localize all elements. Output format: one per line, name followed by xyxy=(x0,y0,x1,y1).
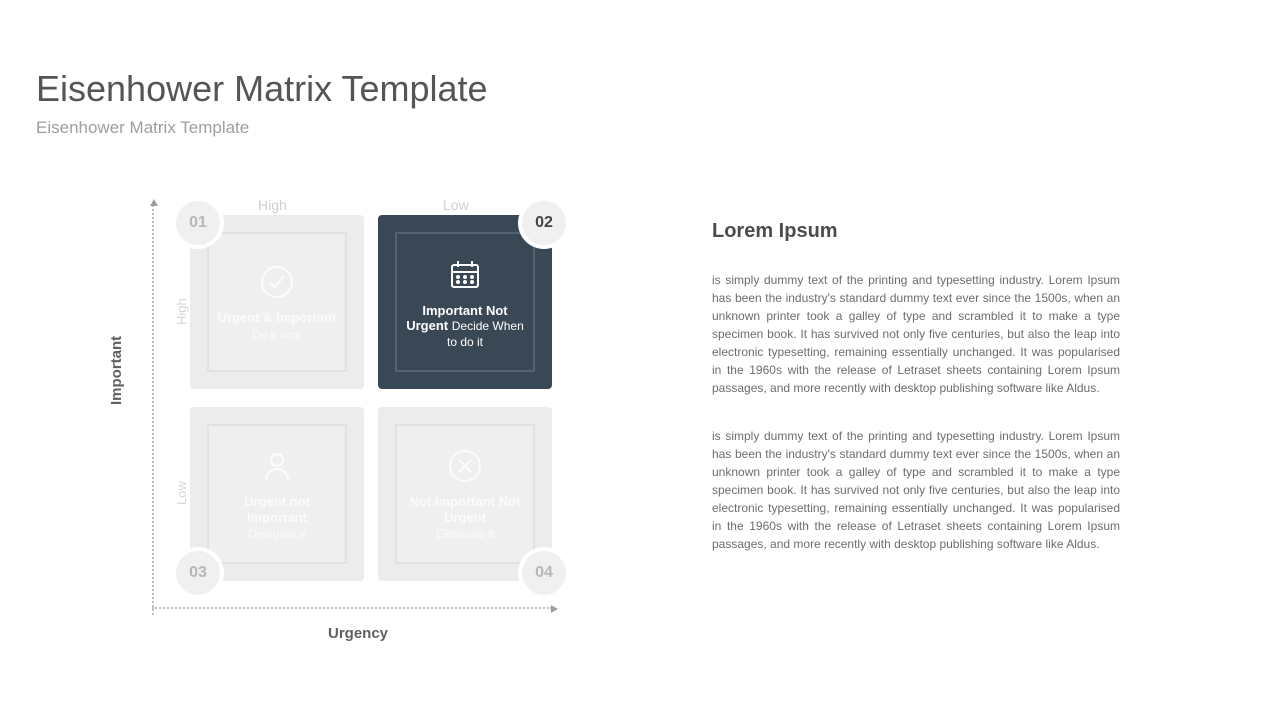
x-axis-label: Urgency xyxy=(328,625,388,642)
detail-paragraph-1: is simply dummy text of the printing and… xyxy=(712,271,1120,397)
quadrant-number-01: 01 xyxy=(176,201,220,245)
col-label-low: Low xyxy=(443,197,469,213)
page-subtitle: Eisenhower Matrix Template xyxy=(36,118,249,138)
quadrant-title: Urgent not Important xyxy=(215,494,339,525)
quadrant-number-04: 04 xyxy=(522,551,566,595)
quadrant-urgent-important[interactable]: 01 Urgent & Important Do it now xyxy=(190,215,364,389)
person-icon xyxy=(257,446,297,486)
col-label-high: High xyxy=(258,197,287,213)
checkmark-icon xyxy=(257,262,297,302)
quadrant-card: Urgent not Important Delegate it xyxy=(207,424,347,564)
x-axis-line xyxy=(152,607,552,609)
row-label-high: High xyxy=(174,298,189,325)
detail-title: Lorem Ipsum xyxy=(712,220,1120,243)
quadrant-card: Important Not Urgent Decide When to do i… xyxy=(395,232,535,372)
calendar-icon xyxy=(445,255,485,295)
quadrant-subtitle: Eliminate it xyxy=(436,527,495,541)
quadrant-subtitle: Delegate it xyxy=(248,527,305,541)
quadrant-urgent-not-important[interactable]: 03 Urgent not Important Delegate it xyxy=(190,407,364,581)
quadrant-important-not-urgent[interactable]: 02 Important Not Urgent Decide When to d… xyxy=(378,215,552,389)
quadrant-not-important-not-urgent[interactable]: 04 Not Important Not Urgent Eliminate it xyxy=(378,407,552,581)
quadrant-subtitle: Do it now xyxy=(252,328,302,342)
quadrant-card: Not Important Not Urgent Eliminate it xyxy=(395,424,535,564)
detail-panel: Lorem Ipsum is simply dummy text of the … xyxy=(712,220,1120,583)
row-label-low: Low xyxy=(174,481,189,505)
eisenhower-matrix: Important Urgency High Low High Low 01 U… xyxy=(108,185,578,655)
quadrant-title: Not Important Not Urgent xyxy=(403,494,527,525)
page-title: Eisenhower Matrix Template xyxy=(36,68,488,110)
quadrant-card: Urgent & Important Do it now xyxy=(207,232,347,372)
quadrant-title: Urgent & Important xyxy=(218,310,336,326)
y-axis-line xyxy=(152,205,154,615)
y-axis-label: Important xyxy=(108,336,125,405)
quadrant-number-03: 03 xyxy=(176,551,220,595)
cancel-icon xyxy=(445,446,485,486)
quadrant-number-02: 02 xyxy=(522,201,566,245)
quadrant-title: Important Not Urgent Decide When to do i… xyxy=(403,303,527,350)
detail-paragraph-2: is simply dummy text of the printing and… xyxy=(712,427,1120,553)
